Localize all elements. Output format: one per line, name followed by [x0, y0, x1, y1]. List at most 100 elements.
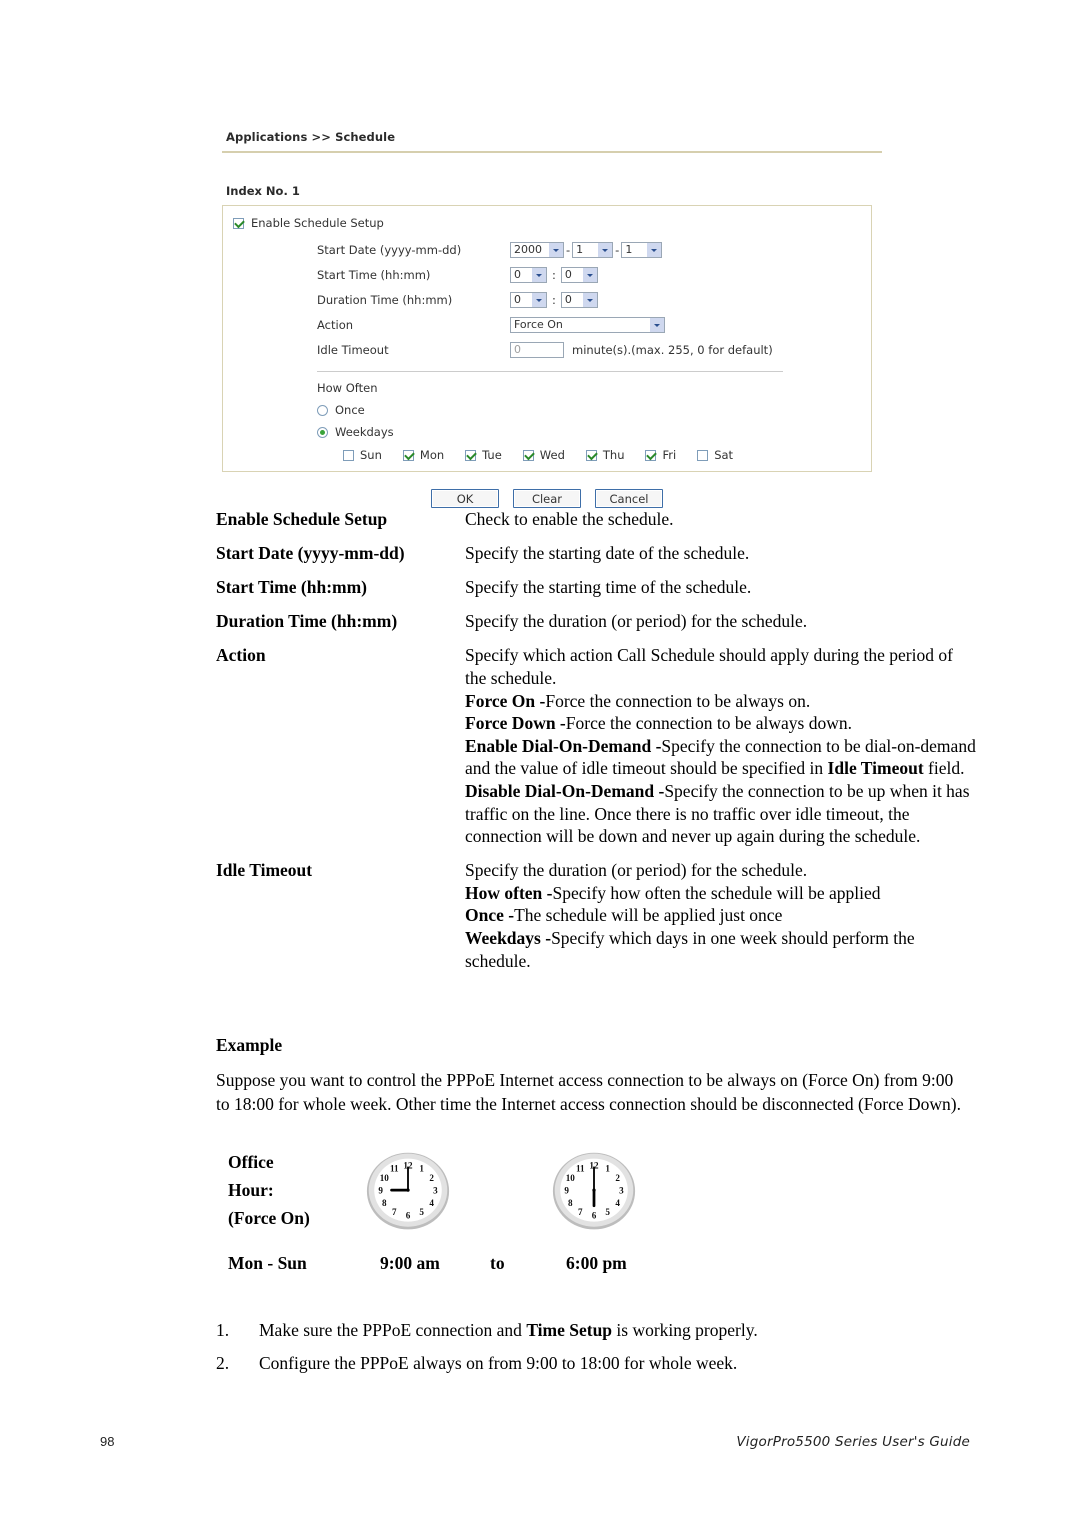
field-definitions-list: Enable Schedule Setup Check to enable the… [216, 508, 976, 984]
enable-schedule-setup-checkbox[interactable] [233, 217, 244, 229]
clock-face-end: 12 1234567891011 [552, 1152, 636, 1230]
duration-time-hour-select[interactable]: 0 [510, 291, 547, 308]
chevron-down-icon[interactable] [581, 267, 597, 282]
definition-line: Specify the starting date of the schedul… [465, 543, 750, 564]
weekday-checkbox-row: Sun Mon Tue Wed Thu Fri Sat [343, 448, 871, 462]
once-radio[interactable] [317, 404, 328, 416]
instruction-step: 2. Configure the PPPoE always on from 9:0… [216, 1353, 976, 1374]
idle-timeout-label: Idle Timeout [317, 342, 389, 357]
clock-numeral: 10 [380, 1173, 390, 1183]
definition-description: Specify the duration (or period) for the… [465, 610, 976, 633]
clock-numeral: 11 [390, 1164, 399, 1174]
fri-checkbox[interactable] [645, 449, 657, 461]
clock-numeral: 4 [615, 1198, 620, 1208]
clock-numeral: 3 [619, 1185, 624, 1195]
sun-checkbox[interactable] [343, 449, 354, 461]
clock-face-start: 12 1234567891011 [366, 1152, 450, 1230]
chevron-down-icon[interactable] [548, 242, 563, 257]
weekdays-radio[interactable] [317, 426, 328, 438]
date-separator-2: - [615, 242, 620, 257]
panel-divider [317, 371, 783, 372]
start-date-month-select[interactable]: 1 [572, 241, 614, 258]
definition-line: Specify the duration (or period) for the… [465, 611, 808, 632]
day-checkbox-mon[interactable]: Mon [402, 448, 444, 462]
duration-time-minute-value: 0 [564, 292, 572, 306]
definition-term: Idle Timeout [216, 860, 313, 881]
how-often-option-weekdays[interactable]: Weekdays [317, 425, 871, 439]
start-date-controls: 2000 - 1 - 1 [510, 241, 663, 258]
day-checkbox-fri[interactable]: Fri [645, 448, 676, 462]
definition-term: Enable Schedule Setup [216, 509, 388, 529]
instruction-steps-list: 1. Make sure the PPPoE connection and Tim… [216, 1320, 976, 1386]
start-date-year-select[interactable]: 2000 [510, 241, 564, 258]
day-checkbox-thu[interactable]: Thu [585, 448, 624, 462]
instruction-step: 1. Make sure the PPPoE connection and Tim… [216, 1320, 976, 1341]
day-checkbox-sat[interactable]: Sat [697, 448, 733, 462]
start-time-row: Start Time (hh:mm) 0 : 0 [317, 262, 871, 287]
start-date-year-value: 2000 [514, 242, 542, 256]
clear-button[interactable]: Clear [513, 489, 581, 508]
idle-timeout-note: minute(s).(max. 255, 0 for default) [572, 342, 773, 357]
panel-button-row: OK Clear Cancel [222, 489, 872, 508]
index-no-label: Index No. 1 [226, 184, 300, 198]
day-checkbox-tue[interactable]: Tue [465, 448, 502, 462]
definition-row: Idle Timeout Specify the duration (or per… [216, 859, 976, 972]
sat-checkbox[interactable] [697, 449, 709, 461]
clock-numeral: 8 [382, 1198, 387, 1208]
idle-timeout-row: Idle Timeout 0 minute(s).(max. 255, 0 fo… [317, 337, 871, 362]
wed-checkbox[interactable] [522, 449, 534, 461]
ok-button[interactable]: OK [431, 489, 499, 508]
definition-line: Enable Dial-On-Demand -Specify the conne… [465, 735, 976, 779]
clock-end-time: 12 1 2 3 4 5 6 7 8 9 10 11 [548, 1150, 640, 1234]
thu-checkbox[interactable] [585, 449, 597, 461]
wed-label: Wed [539, 448, 565, 462]
once-label: Once [335, 403, 365, 417]
breadcrumb-divider [222, 151, 882, 153]
definition-line: Once -The schedule will be applied just … [465, 905, 783, 926]
step-number: 1. [216, 1320, 230, 1340]
definition-row: Enable Schedule Setup Check to enable the… [216, 508, 976, 531]
time-separator: : [552, 292, 556, 307]
start-time-hour-select[interactable]: 0 [510, 266, 547, 283]
footer-guide-title: VigorPro5500 Series User's Guide [736, 1434, 970, 1450]
chevron-down-icon[interactable] [581, 292, 597, 307]
start-time-label: 9:00 am [380, 1253, 440, 1273]
start-time-minute-select[interactable]: 0 [560, 266, 598, 283]
definition-line: Specify the duration (or period) for the… [465, 860, 808, 881]
chevron-down-icon[interactable] [597, 242, 613, 257]
duration-time-label: Duration Time (hh:mm) [317, 292, 453, 307]
definition-line: How often -Specify how often the schedul… [465, 882, 881, 903]
step-text: Make sure the PPPoE connection and Time … [259, 1320, 758, 1340]
day-checkbox-wed[interactable]: Wed [522, 448, 565, 462]
sun-label: Sun [360, 448, 382, 462]
cancel-button[interactable]: Cancel [595, 489, 663, 508]
definition-line: Check to enable the schedule. [465, 509, 674, 529]
chevron-down-icon[interactable] [649, 317, 664, 332]
step-number: 2. [216, 1353, 230, 1373]
enable-schedule-setup-row[interactable]: Enable Schedule Setup [223, 214, 871, 232]
start-date-month-value: 1 [576, 242, 584, 256]
definition-description: Specify the duration (or period) for the… [465, 859, 976, 972]
duration-time-hour-value: 0 [514, 292, 521, 306]
definition-description: Specify the starting date of the schedul… [465, 542, 976, 565]
start-date-label: Start Date (yyyy-mm-dd) [317, 242, 462, 257]
action-row: Action Force On [317, 312, 871, 337]
day-checkbox-sun[interactable]: Sun [343, 448, 382, 462]
duration-time-minute-select[interactable]: 0 [560, 291, 598, 308]
idle-timeout-controls: 0 minute(s).(max. 255, 0 for default) [510, 341, 773, 358]
chevron-down-icon[interactable] [531, 267, 546, 282]
start-time-minute-value: 0 [564, 267, 572, 281]
start-date-day-select[interactable]: 1 [621, 241, 663, 258]
chevron-down-icon[interactable] [531, 292, 546, 307]
idle-timeout-input[interactable]: 0 [510, 341, 564, 358]
how-often-option-once[interactable]: Once [317, 403, 871, 417]
how-often-section: How Often Once Weekdays Sun Mon Tue Wed … [223, 381, 871, 462]
chevron-down-icon[interactable] [646, 242, 662, 257]
action-select[interactable]: Force On [510, 316, 665, 333]
clock-numeral: 5 [419, 1207, 424, 1217]
start-date-day-value: 1 [625, 242, 633, 256]
definition-line: Force Down -Force the connection to be a… [465, 713, 853, 734]
mon-checkbox[interactable] [402, 449, 414, 461]
schedule-form-rows: Start Date (yyyy-mm-dd) 2000 - 1 - 1 Sta… [223, 237, 871, 362]
tue-checkbox[interactable] [465, 449, 477, 461]
